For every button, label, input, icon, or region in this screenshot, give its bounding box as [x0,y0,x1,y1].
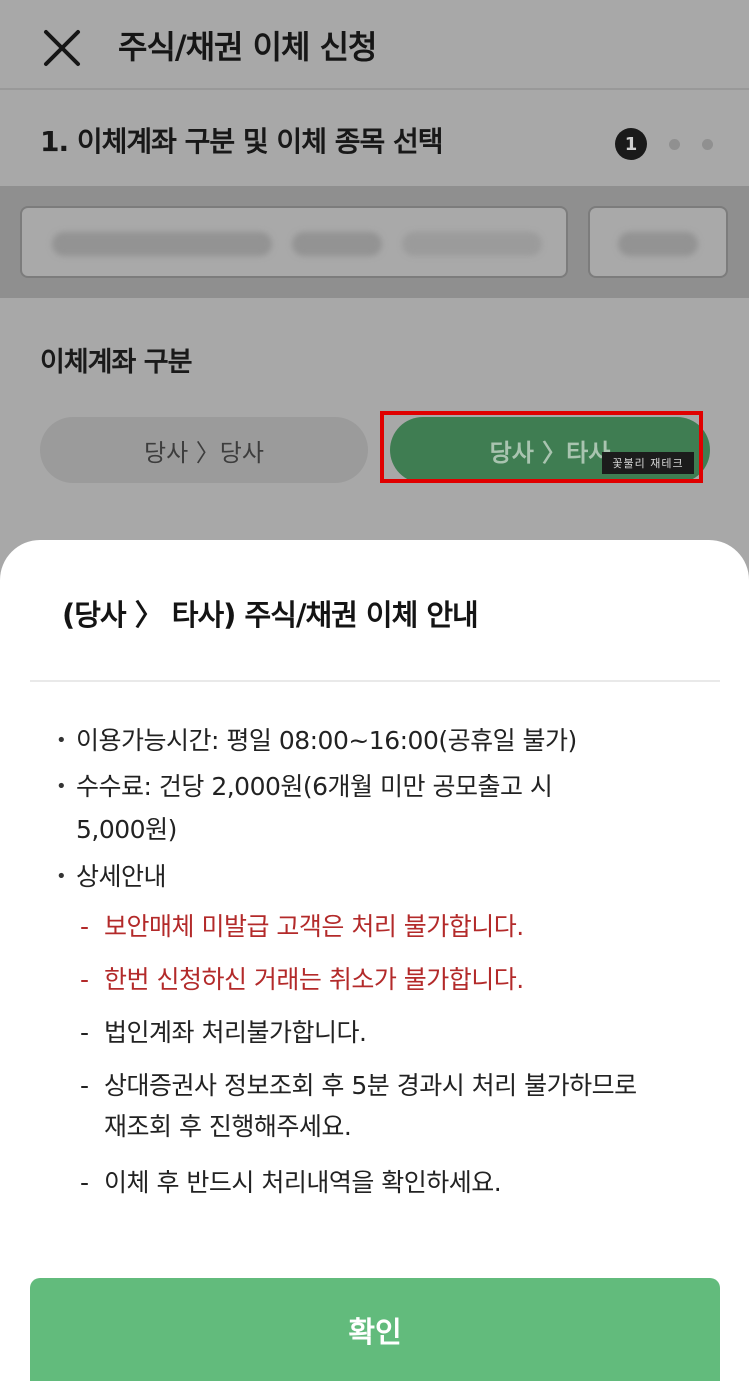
blurred-account-type [618,232,698,256]
info-hours: 이용가능시간: 평일 08:00~16:00(공휴일 불가) [56,718,716,764]
step-title: 1. 이체계좌 구분 및 이체 종목 선택 [40,125,443,158]
page-title: 주식/채권 이체 신청 [118,28,377,66]
header: 주식/채권 이체 신청 [0,0,749,90]
sheet-title: (당사 〉 타사) 주식/채권 이체 안내 [62,598,479,632]
step-indicator-row: 1. 이체계좌 구분 및 이체 종목 선택 1 [0,92,749,186]
step-dots: 1 [615,128,713,160]
account-type-select-blurred[interactable] [588,206,728,278]
close-icon [44,30,80,66]
account-selector-strip [0,186,749,298]
detail-item-no-cancel: 한번 신청하신 거래는 취소가 불가합니다. [56,953,716,1006]
step-dot-2 [669,138,680,150]
account-select-blurred[interactable] [20,206,568,278]
blurred-account-extra [402,232,542,256]
blurred-account-name [292,232,382,256]
step-dot-current: 1 [615,128,647,160]
watermark-label: 꽃불리 재테크 [602,452,694,474]
sheet-divider [30,680,720,682]
info-bottom-sheet: (당사 〉 타사) 주식/채권 이체 안내 이용가능시간: 평일 08:00~1… [0,540,749,1381]
info-fee-continued: 5,000원) [76,815,177,844]
detail-item-check-history: 이체 후 반드시 처리내역을 확인하세요. [56,1156,716,1209]
info-fee: 수수료: 건당 2,000원(6개월 미만 공모출고 시 [56,764,716,810]
blurred-account-number [52,232,272,256]
confirm-button[interactable]: 확인 [30,1278,720,1381]
transfer-type-label: 이체계좌 구분 [40,347,192,378]
info-details-label: 상세안내 [56,854,716,900]
detail-item-corporate: 법인계좌 처리불가합니다. [56,1006,716,1059]
transfer-type-internal-button[interactable]: 당사 〉당사 [40,417,368,483]
detail-item-timeout: 상대증권사 정보조회 후 5분 경과시 처리 불가하므로 [56,1059,716,1112]
info-list: 이용가능시간: 평일 08:00~16:00(공휴일 불가) 수수료: 건당 2… [56,718,716,1209]
step-dot-3 [702,138,713,150]
close-button[interactable] [38,24,86,72]
detail-item-security-media: 보안매체 미발급 고객은 처리 불가합니다. [56,900,716,953]
